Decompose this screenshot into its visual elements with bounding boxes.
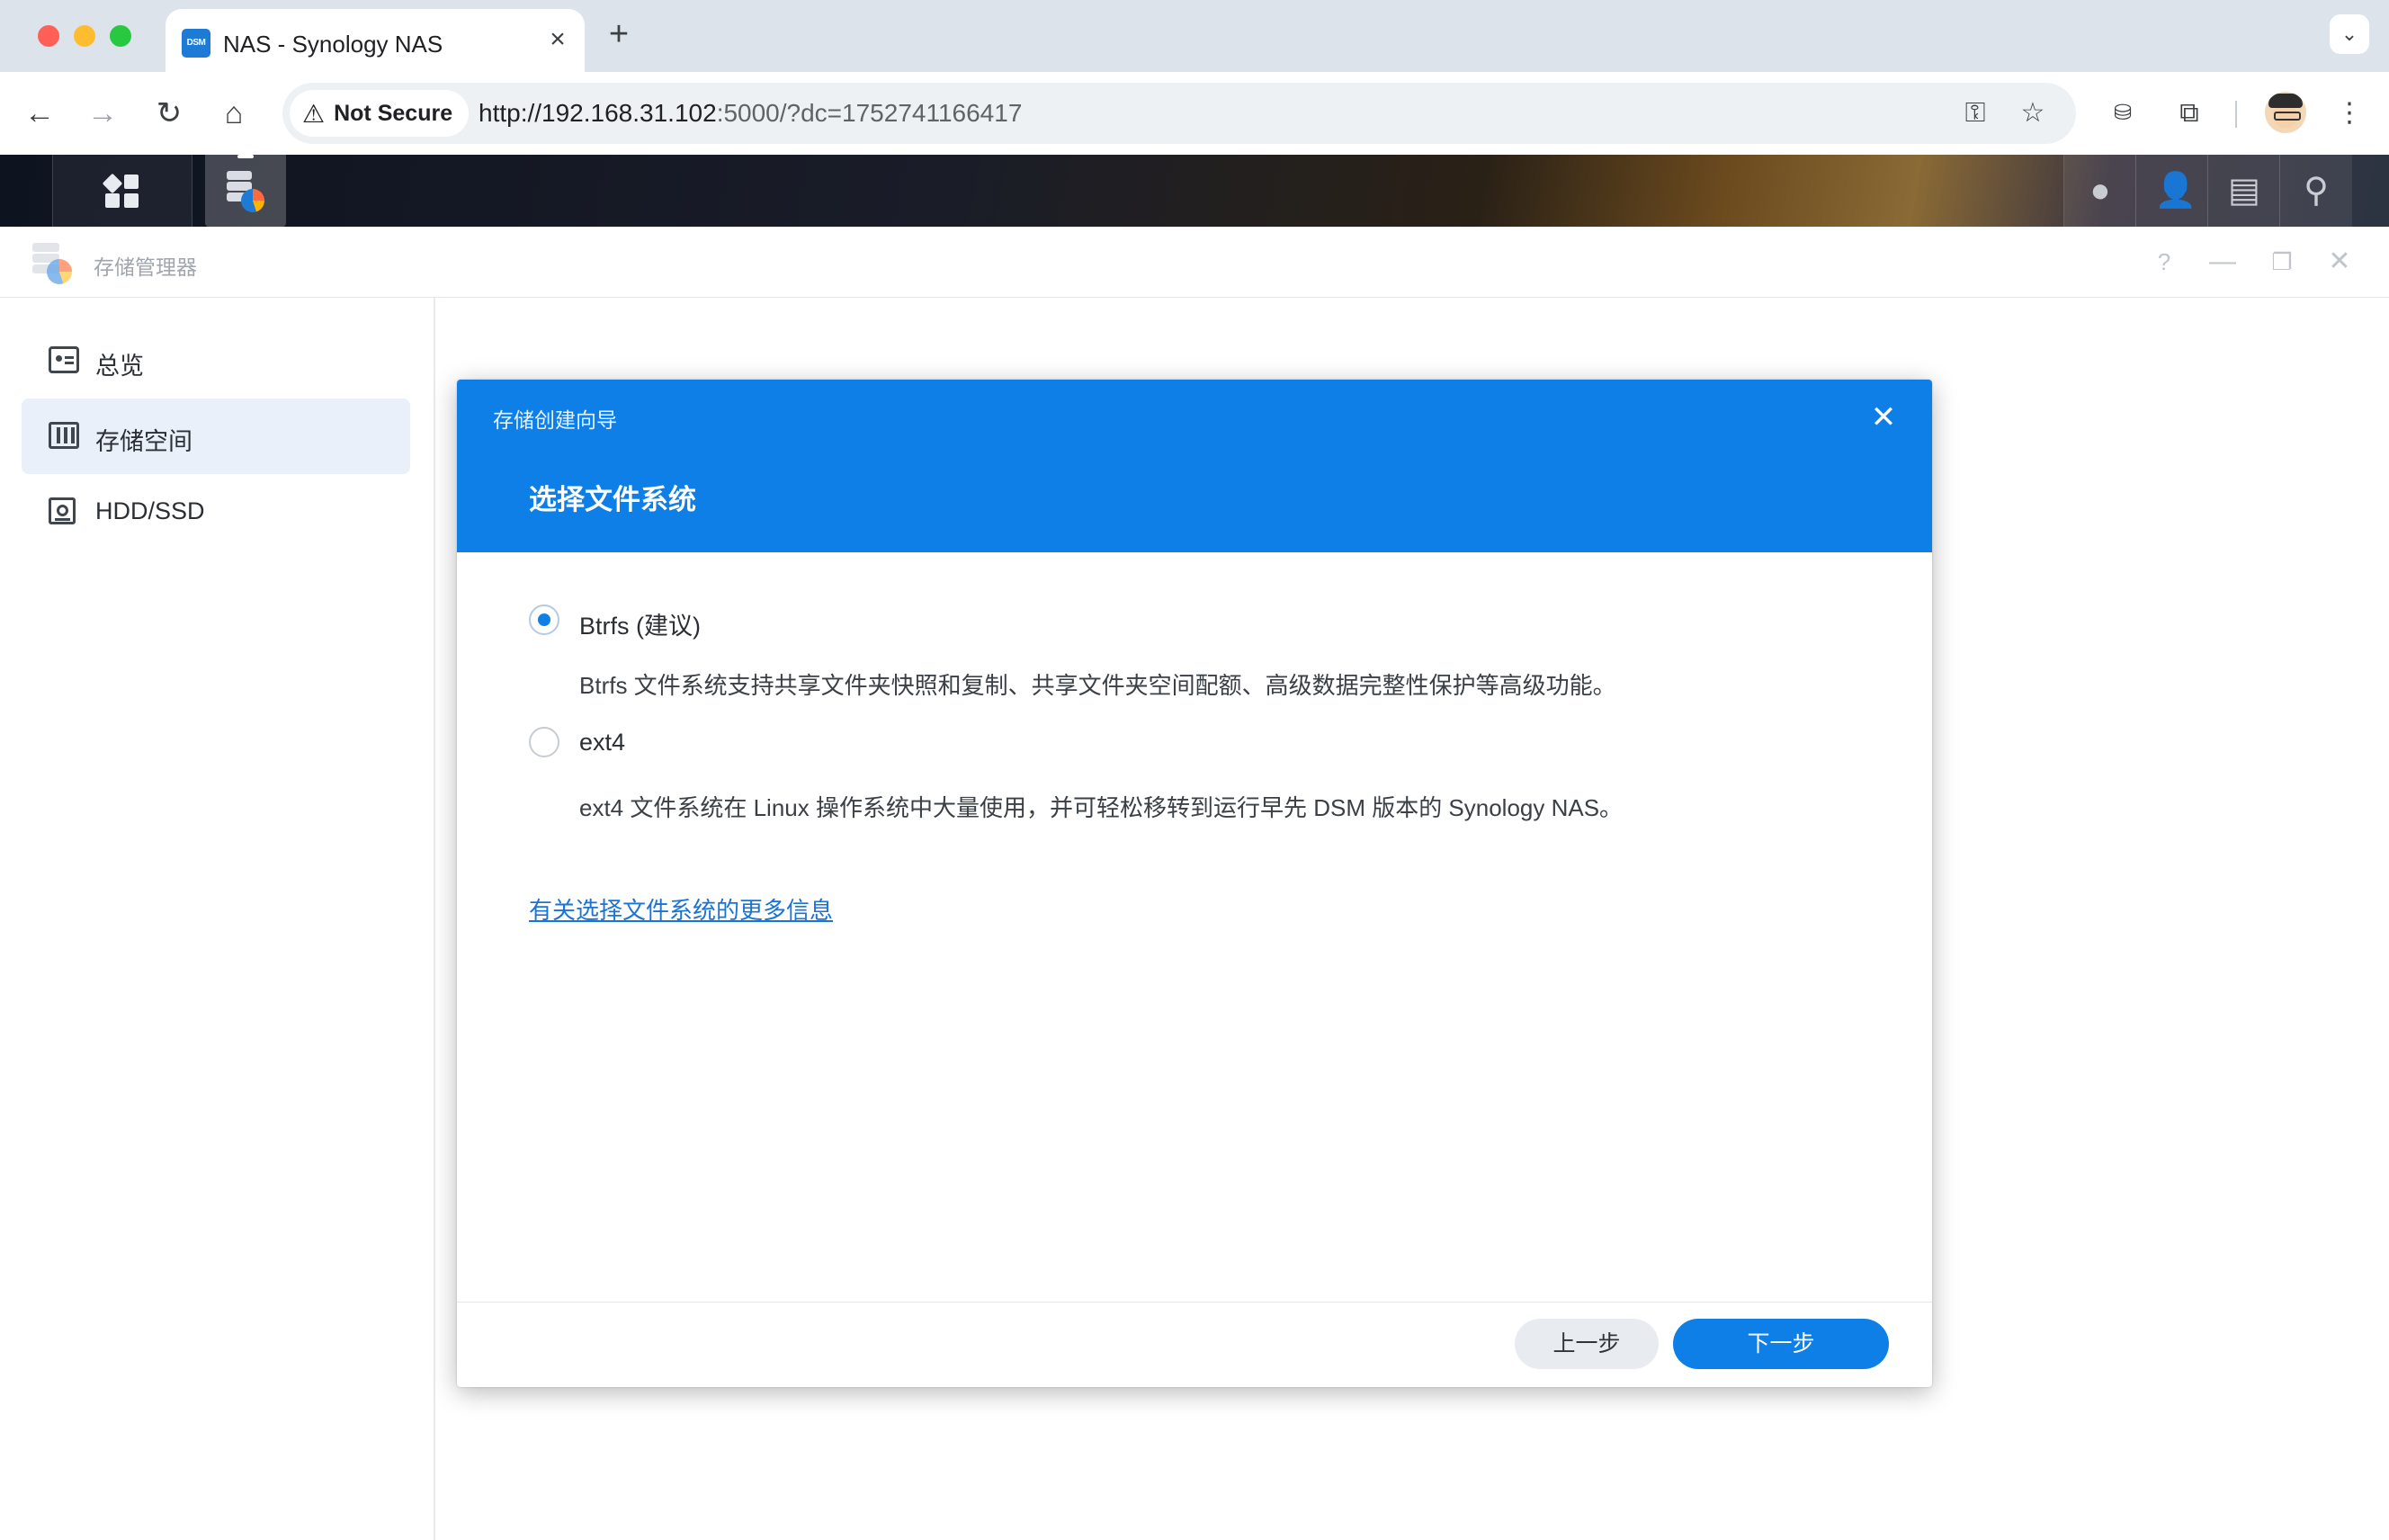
storage-pool-icon [49,422,79,449]
sidebar-item-label: HDD/SSD [95,497,205,524]
translate-extension-icon[interactable]: ⛁ [2103,94,2143,133]
previous-button[interactable]: 上一步 [1515,1319,1659,1369]
toolbar-separator [2235,101,2237,128]
profile-avatar[interactable] [2265,92,2306,133]
back-arrow-icon[interactable]: ← [16,90,63,137]
btrfs-option-label[interactable]: Btrfs (建议) [579,606,701,641]
sidebar-item-label: 存储空间 [95,428,192,455]
widgets-icon: ▤ [2228,172,2260,210]
window-minimize-dot[interactable] [74,25,95,47]
browser-tab-strip: DSM NAS - Synology NAS × + ⌄ [0,0,2389,72]
sidebar: 总览 存储空间 HDD/SSD [0,298,435,1540]
step-title: 选择文件系统 [529,484,696,515]
main-menu-grid-icon [102,173,139,209]
widgets-button[interactable]: ▤ [2207,155,2280,227]
hdd-icon [49,497,76,524]
close-window-icon[interactable]: ✕ [2322,245,2357,279]
running-indicator [237,155,254,158]
window-title: 存储管理器 [94,255,197,279]
user-icon: 👤 [2154,172,2197,210]
storage-wizard-dialog: 存储创建向导 选择文件系统 ✕ Btrfs (建议) Btrfs 文件系统支持共… [457,380,1932,1387]
browser-toolbar: ← → ↻ ⌂ ⚠ Not Secure http://192.168.31.1… [0,72,2389,156]
avatar-hair [2268,94,2303,108]
window-zoom-dot[interactable] [110,25,131,47]
wizard-title: 存储创建向导 [493,408,617,432]
reload-icon[interactable]: ↻ [146,90,192,137]
address-bar[interactable]: ⚠ Not Secure http://192.168.31.102:5000/… [282,83,2076,144]
browser-tab[interactable]: DSM NAS - Synology NAS × [166,9,585,72]
security-label: Not Secure [334,100,453,126]
ext4-radio[interactable] [529,727,559,757]
security-chip[interactable]: ⚠ Not Secure [290,90,470,137]
forward-arrow-icon[interactable]: → [79,90,126,137]
new-tab-icon[interactable]: + [601,16,637,52]
overview-icon [49,346,79,373]
warning-triangle-icon: ⚠ [302,99,326,128]
sidebar-item-hdd-ssd[interactable]: HDD/SSD [22,474,410,550]
home-icon[interactable]: ⌂ [210,90,257,137]
window-close-dot[interactable] [38,25,59,47]
sidebar-item-label: 总览 [95,353,144,380]
search-icon: ⚲ [2304,172,2329,210]
next-button[interactable]: 下一步 [1673,1319,1889,1369]
storage-manager-taskbar-button[interactable] [205,155,286,227]
notifications-button[interactable]: ● [2063,155,2136,227]
ext4-option-description: ext4 文件系统在 Linux 操作系统中大量使用，并可轻松移转到运行早先 D… [579,794,1624,821]
restore-icon[interactable]: ❐ [2265,245,2299,279]
storage-manager-app-icon [31,243,74,284]
minimize-icon[interactable]: — [2206,245,2240,279]
search-button[interactable]: ⚲ [2279,155,2352,227]
btrfs-option-description: Btrfs 文件系统支持共享文件夹快照和复制、共享文件夹空间配额、高级数据完整性… [579,672,1616,699]
ext4-option-label[interactable]: ext4 [579,729,625,757]
tab-close-icon[interactable]: × [541,23,574,56]
btrfs-radio[interactable] [529,604,559,635]
more-info-link[interactable]: 有关选择文件系统的更多信息 [529,892,833,926]
footer-divider [457,1302,1932,1303]
avatar-glasses [2274,112,2301,121]
password-key-icon[interactable]: ⚿ [1957,95,1993,131]
dsm-favicon-icon: DSM [182,29,210,58]
window-titlebar[interactable]: 存储管理器 ? — ❐ ✕ [0,227,2389,298]
chat-bubble-icon: ● [2089,172,2111,210]
url-rest: :5000/?dc=1752741166417 [716,99,1023,127]
extensions-puzzle-icon[interactable]: ⧉ [2170,94,2209,133]
dsm-taskbar: ● 👤 ▤ ⚲ [0,155,2389,227]
storage-manager-icon [225,171,264,212]
browser-menu-icon[interactable]: ⋮ [2330,94,2369,133]
tab-title: NAS - Synology NAS [223,31,443,58]
dialog-close-icon[interactable]: ✕ [1866,399,1901,435]
user-button[interactable]: 👤 [2135,155,2208,227]
url-host: http://192.168.31.102 [479,99,717,127]
help-icon[interactable]: ? [2147,245,2181,279]
main-menu-button[interactable] [52,155,192,227]
dialog-header[interactable]: 存储创建向导 选择文件系统 ✕ [457,380,1932,552]
tab-search-chevron-icon[interactable]: ⌄ [2330,14,2369,54]
bookmark-star-icon[interactable]: ☆ [2015,95,2051,131]
sidebar-item-storage[interactable]: 存储空间 [22,398,410,474]
url-text[interactable]: http://192.168.31.102:5000/?dc=175274116… [479,99,1022,128]
sidebar-item-overview[interactable]: 总览 [22,323,410,398]
